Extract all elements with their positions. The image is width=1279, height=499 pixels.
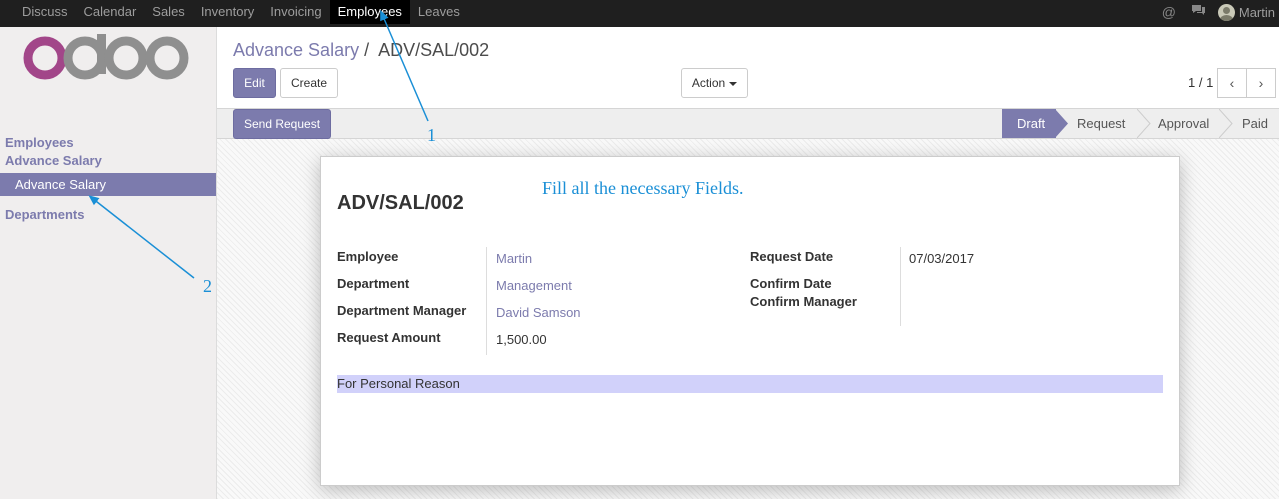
menu-calendar[interactable]: Calendar: [76, 0, 145, 24]
reason-field[interactable]: For Personal Reason: [337, 375, 1163, 393]
sidebar-item-advance-salary[interactable]: Advance Salary: [0, 173, 216, 196]
menu-sales[interactable]: Sales: [144, 0, 193, 24]
confirm-manager-label: Confirm Manager: [750, 294, 857, 309]
main-menu: Discuss Calendar Sales Inventory Invoici…: [14, 0, 468, 24]
stage-draft[interactable]: Draft: [1002, 109, 1056, 138]
menu-discuss[interactable]: Discuss: [14, 0, 76, 24]
edit-button[interactable]: Edit: [233, 68, 276, 98]
employee-label: Employee: [337, 249, 399, 264]
pager-value[interactable]: 1 / 1: [1188, 75, 1213, 90]
action-label: Action: [691, 76, 726, 90]
menu-inventory[interactable]: Inventory: [193, 0, 262, 24]
breadcrumb-parent[interactable]: Advance Salary: [233, 40, 359, 60]
sidebar-section-departments[interactable]: Departments: [5, 207, 84, 222]
stage-arrow-request: [1137, 109, 1151, 138]
avatar: [1217, 3, 1235, 21]
menu-employees[interactable]: Employees: [329, 0, 410, 24]
request-date-value: 07/03/2017: [909, 251, 975, 266]
stage-arrow-draft: [1055, 109, 1068, 138]
create-button[interactable]: Create: [280, 68, 338, 98]
action-dropdown[interactable]: Action: [681, 68, 748, 98]
pager-previous-button[interactable]: ‹: [1217, 68, 1247, 98]
chat-icon[interactable]: [1184, 0, 1214, 24]
request-amount-label: Request Amount: [337, 330, 441, 345]
stage-approval[interactable]: Approval: [1158, 109, 1209, 138]
annotation-marker-2: 2: [203, 276, 212, 296]
statusbar: Send Request Draft Request Approval Paid: [217, 108, 1279, 139]
department-manager-value[interactable]: David Samson: [496, 305, 581, 320]
sidebar-section-employees[interactable]: Employees: [5, 135, 74, 150]
department-label: Department: [337, 276, 410, 291]
confirm-date-label: Confirm Date: [750, 276, 832, 291]
record-reference: ADV/SAL/002: [337, 192, 464, 214]
department-manager-label: Department Manager: [337, 303, 467, 318]
menu-invoicing[interactable]: Invoicing: [262, 0, 329, 24]
caret-down-icon: [729, 81, 738, 86]
top-navbar: Discuss Calendar Sales Inventory Invoici…: [0, 0, 1279, 27]
at-icon[interactable]: @: [1154, 0, 1184, 24]
department-value[interactable]: Management: [496, 278, 572, 293]
send-request-button[interactable]: Send Request: [233, 109, 331, 139]
systray: @ Martin: [1154, 0, 1275, 24]
menu-leaves[interactable]: Leaves: [410, 0, 468, 24]
pager-next-button[interactable]: ›: [1246, 68, 1276, 98]
instruction-annotation: Fill all the necessary Fields.: [542, 178, 744, 198]
user-name: Martin: [1238, 4, 1275, 20]
sidebar: [0, 27, 217, 499]
arrow-1: [380, 9, 429, 122]
field-divider-left: [486, 247, 487, 355]
sidebar-section-advance-salary[interactable]: Advance Salary: [5, 153, 102, 168]
employee-value[interactable]: Martin: [496, 251, 532, 266]
annotation-marker-1: 1: [427, 125, 436, 145]
request-amount-value: 1,500.00: [496, 332, 547, 347]
breadcrumb: Advance Salary / ADV/SAL/002: [233, 40, 489, 61]
user-menu[interactable]: Martin: [1217, 3, 1275, 21]
breadcrumb-separator: /: [364, 40, 370, 60]
field-divider-right: [900, 247, 901, 326]
stage-request[interactable]: Request: [1077, 109, 1125, 138]
stage-arrow-approval: [1219, 109, 1233, 138]
stage-paid[interactable]: Paid: [1242, 109, 1268, 138]
breadcrumb-current: ADV/SAL/002: [378, 40, 490, 60]
odoo-logo: [23, 34, 189, 80]
request-date-label: Request Date: [750, 249, 834, 264]
